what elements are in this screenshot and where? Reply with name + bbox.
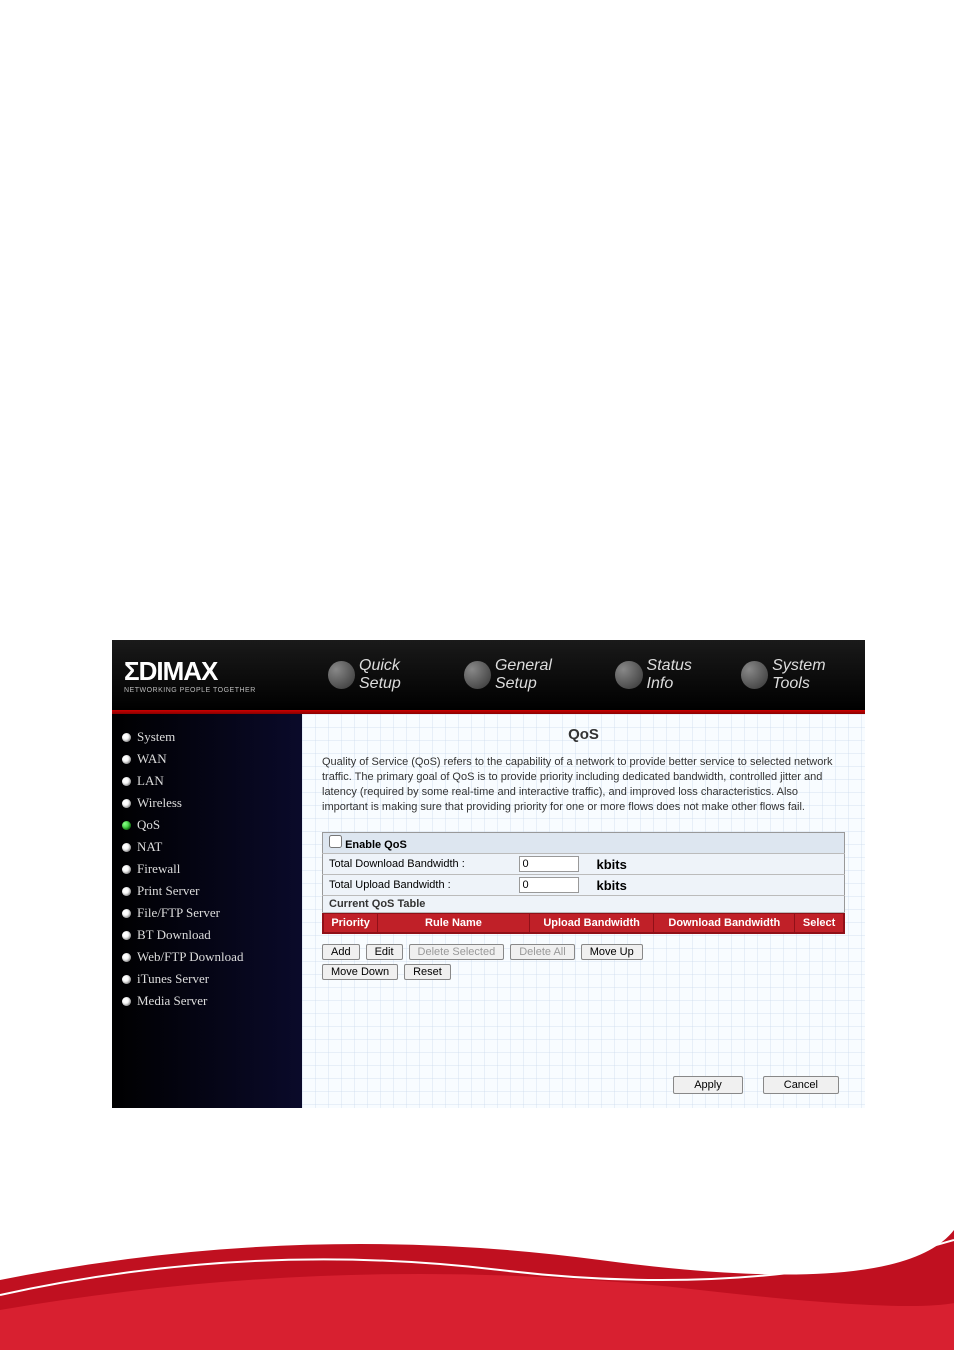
sidebar-item-wan[interactable]: WAN xyxy=(122,748,292,770)
upload-bandwidth-label: Total Upload Bandwidth : xyxy=(323,875,513,896)
tab-label: Quick Setup xyxy=(359,657,444,693)
bullet-icon xyxy=(122,733,131,742)
tab-label: System Tools xyxy=(772,657,865,693)
sidebar-item-label: Wireless xyxy=(137,795,182,811)
bullet-icon xyxy=(122,887,131,896)
edit-button[interactable]: Edit xyxy=(366,944,403,960)
download-bandwidth-label: Total Download Bandwidth : xyxy=(323,854,513,875)
tab-label: Status Info xyxy=(647,657,721,693)
globe-icon xyxy=(741,661,768,689)
bullet-icon xyxy=(122,953,131,962)
sidebar-item-qos[interactable]: QoS xyxy=(122,814,292,836)
bullet-icon xyxy=(122,799,131,808)
page-title: QoS xyxy=(322,726,845,743)
unit-label: kbits xyxy=(591,857,627,872)
sidebar-item-wireless[interactable]: Wireless xyxy=(122,792,292,814)
globe-icon xyxy=(464,661,491,689)
add-button[interactable]: Add xyxy=(322,944,360,960)
cancel-button[interactable]: Cancel xyxy=(763,1076,839,1094)
footer-decoration xyxy=(0,1180,954,1350)
sidebar-item-lan[interactable]: LAN xyxy=(122,770,292,792)
enable-qos-checkbox[interactable] xyxy=(329,835,342,848)
sidebar-item-label: System xyxy=(137,729,175,745)
col-select: Select xyxy=(795,914,844,933)
bullet-icon xyxy=(122,975,131,984)
sidebar-item-label: iTunes Server xyxy=(137,971,209,987)
tab-general-setup[interactable]: General Setup xyxy=(464,657,596,693)
sidebar-item-label: Print Server xyxy=(137,883,199,899)
tab-label: General Setup xyxy=(495,657,595,693)
upload-bandwidth-input[interactable] xyxy=(519,877,579,893)
bullet-icon xyxy=(122,997,131,1006)
tab-quick-setup[interactable]: Quick Setup xyxy=(328,657,444,693)
sidebar-item-bt-download[interactable]: BT Download xyxy=(122,924,292,946)
sidebar-item-label: Firewall xyxy=(137,861,180,877)
col-rule-name: Rule Name xyxy=(378,914,530,933)
sidebar-item-firewall[interactable]: Firewall xyxy=(122,858,292,880)
move-up-button[interactable]: Move Up xyxy=(581,944,643,960)
bullet-icon xyxy=(122,909,131,918)
sidebar-item-label: LAN xyxy=(137,773,164,789)
logo-tagline: NETWORKING PEOPLE TOGETHER xyxy=(124,687,298,694)
sidebar-item-label: QoS xyxy=(137,817,160,833)
move-down-button[interactable]: Move Down xyxy=(322,964,398,980)
sidebar: System WAN LAN Wireless QoS NAT Firewall… xyxy=(112,714,302,1108)
check-icon xyxy=(122,821,131,830)
sidebar-item-itunes-server[interactable]: iTunes Server xyxy=(122,968,292,990)
bullet-icon xyxy=(122,865,131,874)
delete-selected-button[interactable]: Delete Selected xyxy=(409,944,505,960)
col-upload: Upload Bandwidth xyxy=(529,914,654,933)
delete-all-button[interactable]: Delete All xyxy=(510,944,574,960)
tab-system-tools[interactable]: System Tools xyxy=(741,657,865,693)
reset-button[interactable]: Reset xyxy=(404,964,451,980)
sidebar-item-label: WAN xyxy=(137,751,167,767)
sidebar-item-system[interactable]: System xyxy=(122,726,292,748)
sidebar-item-label: Web/FTP Download xyxy=(137,949,243,965)
bullet-icon xyxy=(122,931,131,940)
logo-text: ΣDIMAX xyxy=(124,656,298,687)
bullet-icon xyxy=(122,755,131,764)
globe-icon xyxy=(328,661,355,689)
sidebar-item-label: Media Server xyxy=(137,993,207,1009)
logo: ΣDIMAX NETWORKING PEOPLE TOGETHER xyxy=(112,656,298,694)
download-bandwidth-input[interactable] xyxy=(519,856,579,872)
col-priority: Priority xyxy=(324,914,378,933)
sidebar-item-nat[interactable]: NAT xyxy=(122,836,292,858)
sidebar-item-file-ftp-server[interactable]: File/FTP Server xyxy=(122,902,292,924)
sidebar-item-label: File/FTP Server xyxy=(137,905,220,921)
unit-label: kbits xyxy=(591,878,627,893)
sidebar-item-label: NAT xyxy=(137,839,162,855)
bullet-icon xyxy=(122,843,131,852)
qos-form: Enable QoS Total Download Bandwidth : kb… xyxy=(322,832,845,934)
col-download: Download Bandwidth xyxy=(654,914,795,933)
enable-qos-label: Enable QoS xyxy=(345,839,407,851)
tab-status-info[interactable]: Status Info xyxy=(615,657,721,693)
page-description: Quality of Service (QoS) refers to the c… xyxy=(322,755,845,814)
globe-icon xyxy=(615,661,642,689)
sidebar-item-print-server[interactable]: Print Server xyxy=(122,880,292,902)
apply-button[interactable]: Apply xyxy=(673,1076,743,1094)
current-qos-table-label: Current QoS Table xyxy=(323,896,845,913)
sidebar-item-media-server[interactable]: Media Server xyxy=(122,990,292,1012)
bullet-icon xyxy=(122,777,131,786)
sidebar-item-label: BT Download xyxy=(137,927,211,943)
sidebar-item-web-ftp-download[interactable]: Web/FTP Download xyxy=(122,946,292,968)
